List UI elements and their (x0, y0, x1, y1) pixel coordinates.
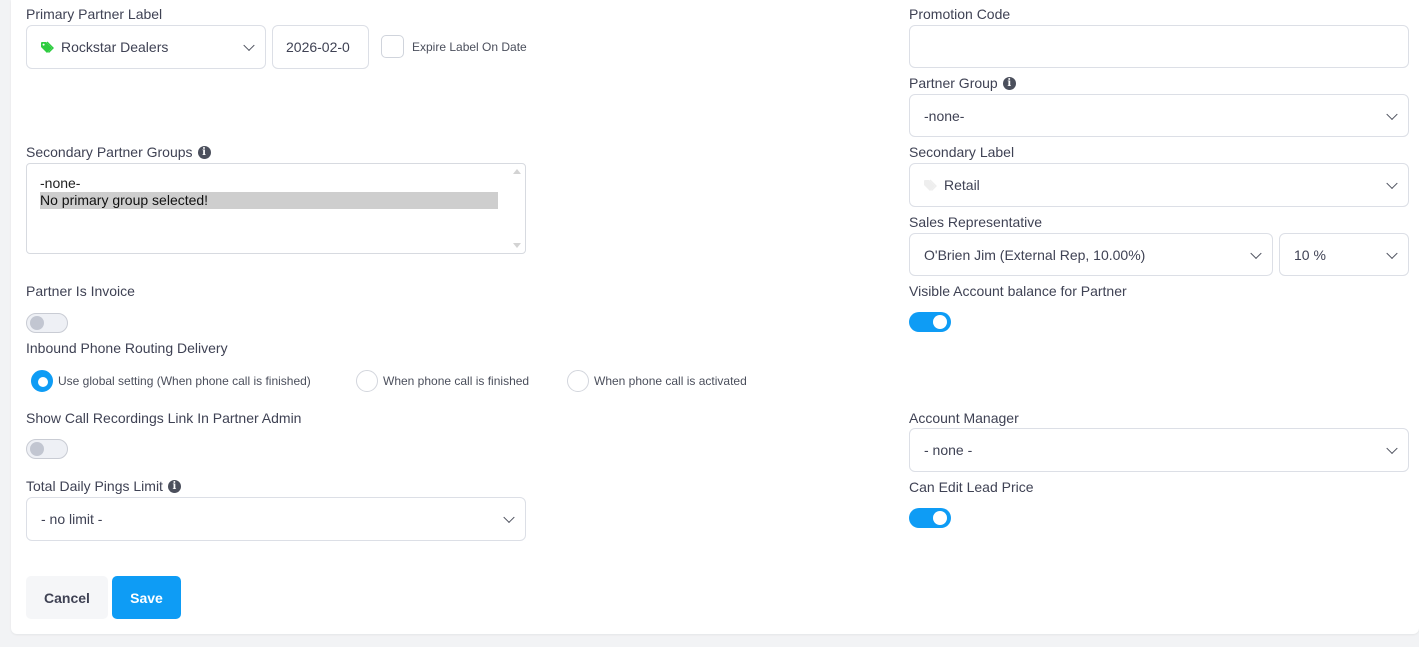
secondary-partner-groups-label: Secondary Partner Groups (26, 144, 193, 160)
save-button[interactable]: Save (112, 576, 181, 619)
chevron-down-icon (503, 511, 515, 524)
cancel-button[interactable]: Cancel (26, 576, 108, 619)
sales-rep-select[interactable]: O'Brien Jim (External Rep, 10.00%) (909, 233, 1273, 276)
primary-partner-label-title: Primary Partner Label (26, 6, 163, 22)
toggle-knob (30, 316, 44, 330)
primary-partner-label-value: Rockstar Dealers (61, 39, 169, 55)
sales-rep-percent-select[interactable]: 10 % (1279, 233, 1409, 276)
secondary-label-title: Secondary Label (909, 144, 1015, 160)
info-icon[interactable]: i (1002, 76, 1016, 90)
partner-group-title: Partner Group i (909, 75, 1016, 91)
partner-group-label: Partner Group (909, 75, 998, 91)
radio-use-global-setting[interactable] (31, 370, 53, 392)
show-call-recordings-title: Show Call Recordings Link In Partner Adm… (26, 410, 302, 426)
chevron-down-icon (1250, 247, 1262, 259)
visible-balance-toggle[interactable] (909, 312, 951, 332)
chevron-down-icon (1386, 247, 1398, 259)
promotion-code-title: Promotion Code (909, 6, 1011, 22)
total-daily-pings-title: Total Daily Pings Limit i (26, 478, 181, 494)
chevron-down-icon (1386, 108, 1398, 120)
scroll-up-icon[interactable] (513, 169, 521, 174)
toggle-knob (933, 511, 947, 525)
secondary-label-value: Retail (944, 177, 980, 193)
chevron-down-icon (243, 39, 255, 52)
expire-label-checkbox[interactable] (381, 35, 404, 58)
tag-icon (41, 41, 56, 54)
expire-date-value: 2026-02-0 (286, 39, 350, 55)
account-manager-title: Account Manager (909, 410, 1019, 426)
promotion-code-input[interactable] (909, 25, 1409, 68)
radio-call-activated-label: When phone call is activated (594, 374, 747, 388)
radio-call-activated[interactable] (567, 370, 589, 392)
visible-balance-title: Visible Account balance for Partner (909, 283, 1127, 299)
secondary-label-select[interactable]: Retail (909, 163, 1409, 207)
sales-rep-percent-value: 10 % (1294, 246, 1326, 263)
info-icon[interactable]: i (197, 145, 211, 159)
show-call-recordings-toggle[interactable] (26, 439, 68, 459)
can-edit-lead-price-toggle[interactable] (909, 508, 951, 528)
partner-group-value: -none- (924, 107, 965, 124)
chevron-down-icon (1386, 177, 1398, 190)
list-option[interactable]: -none- (27, 175, 525, 192)
info-icon[interactable]: i (167, 479, 181, 493)
sales-rep-title: Sales Representative (909, 214, 1043, 230)
radio-use-global-setting-label: Use global setting (When phone call is f… (58, 374, 311, 388)
expire-date-input[interactable]: 2026-02-0 (272, 25, 369, 69)
toggle-knob (30, 442, 44, 456)
total-daily-pings-label: Total Daily Pings Limit (26, 478, 163, 494)
toggle-knob (933, 315, 947, 329)
partner-is-invoice-toggle[interactable] (26, 313, 68, 333)
account-manager-select[interactable]: - none - (909, 428, 1409, 472)
total-daily-pings-select[interactable]: - no limit - (26, 497, 526, 541)
primary-partner-label-select[interactable]: Rockstar Dealers (26, 25, 266, 69)
partner-is-invoice-title: Partner Is Invoice (26, 283, 135, 299)
sales-rep-value: O'Brien Jim (External Rep, 10.00%) (924, 246, 1146, 263)
list-option-selected[interactable]: No primary group selected! (40, 192, 498, 209)
account-manager-value: - none - (924, 442, 973, 458)
radio-call-finished-label: When phone call is finished (383, 374, 530, 388)
inbound-routing-title: Inbound Phone Routing Delivery (26, 340, 228, 356)
secondary-partner-groups-listbox[interactable]: -none- No primary group selected! (26, 163, 526, 254)
radio-call-finished[interactable] (356, 370, 378, 392)
scroll-down-icon[interactable] (513, 243, 521, 248)
chevron-down-icon (1386, 442, 1398, 455)
expire-label-text: Expire Label On Date (412, 40, 527, 54)
total-daily-pings-value: - no limit - (41, 511, 103, 527)
tag-icon (924, 179, 939, 192)
partner-group-select[interactable]: -none- (909, 94, 1409, 137)
secondary-partner-groups-title: Secondary Partner Groups i (26, 144, 211, 160)
can-edit-lead-price-title: Can Edit Lead Price (909, 479, 1034, 495)
